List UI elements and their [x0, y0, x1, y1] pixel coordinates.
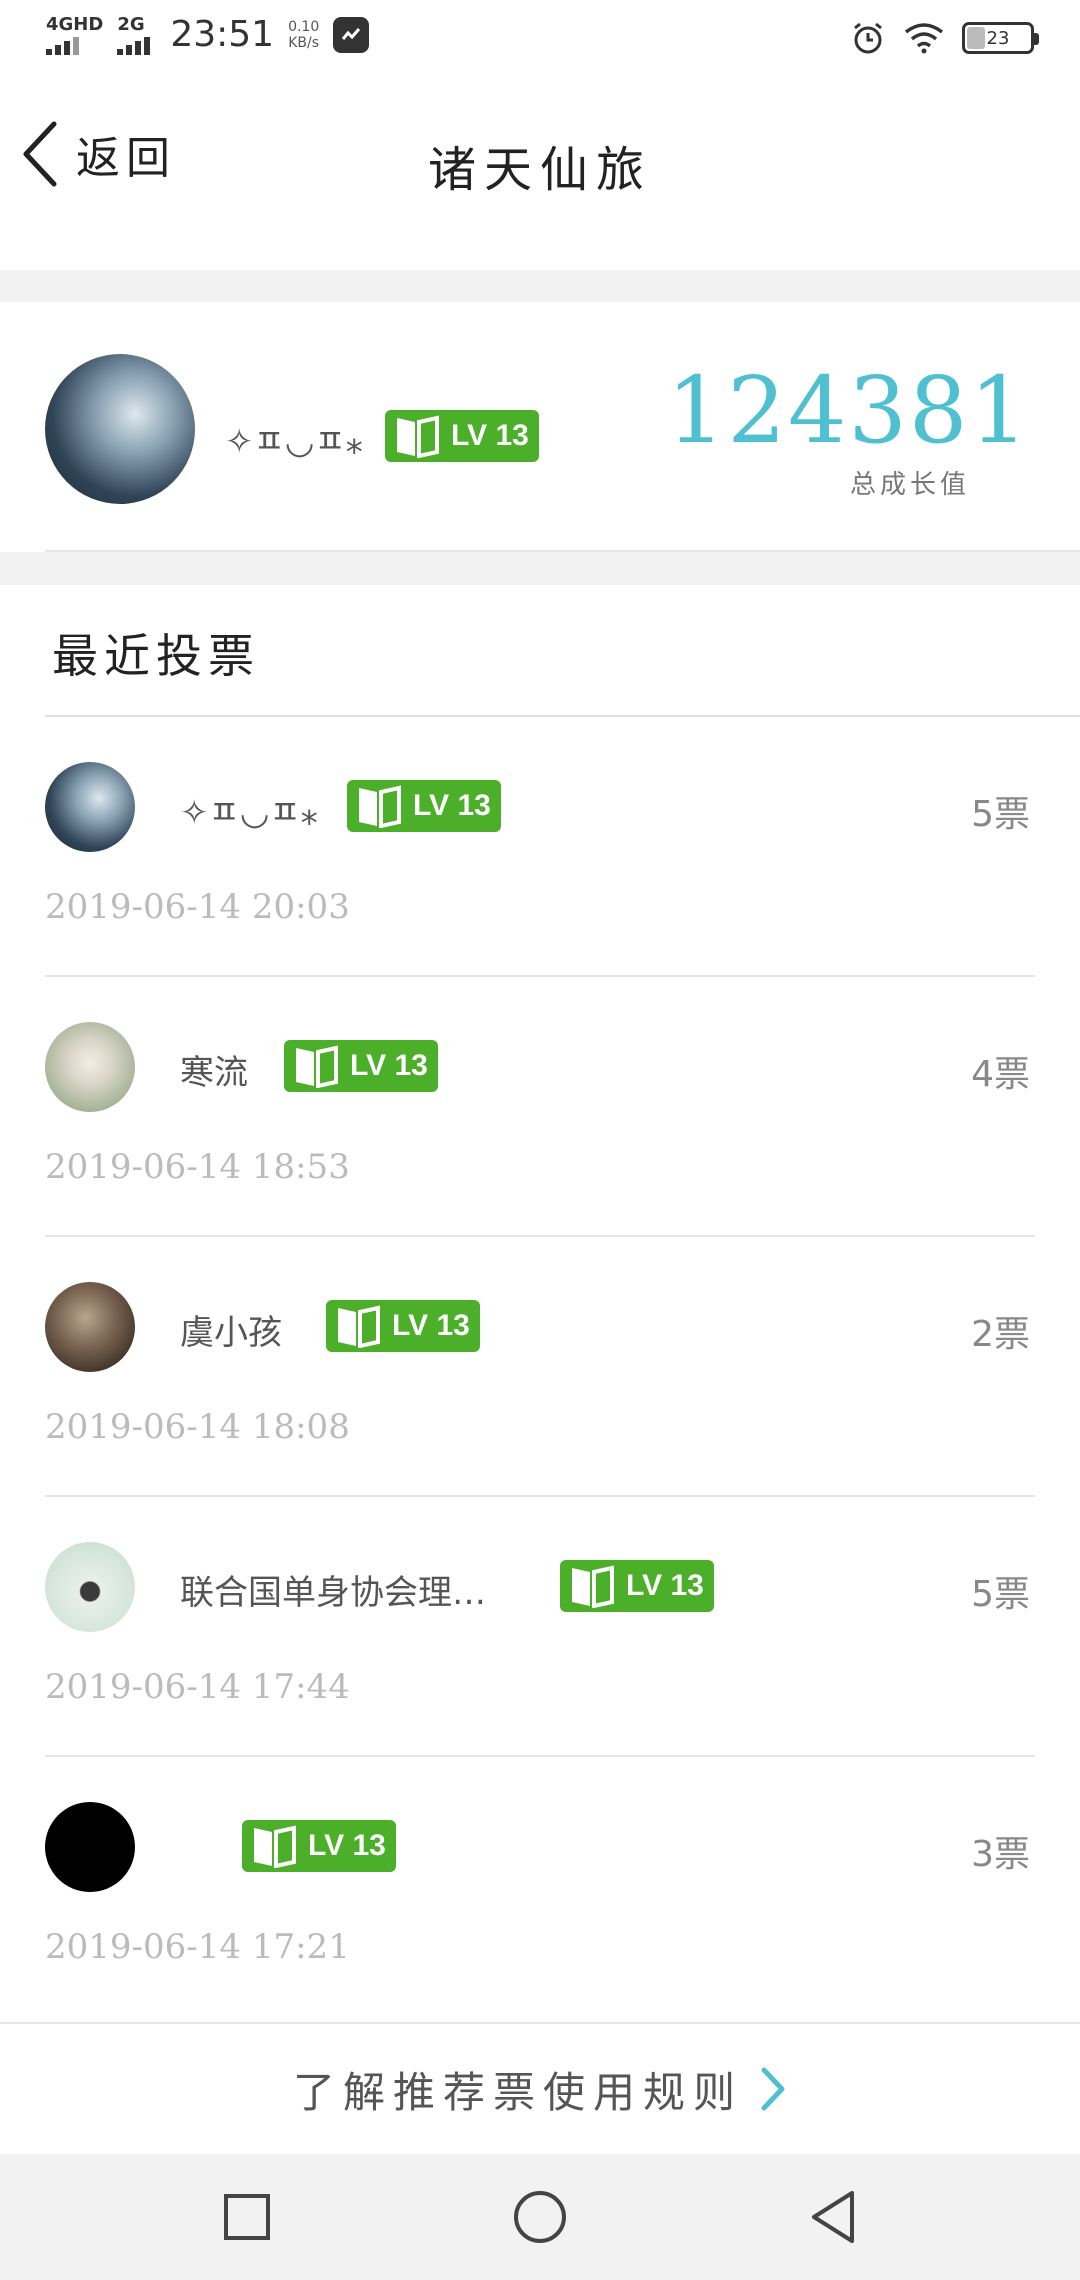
voter-name: 寒流: [180, 1053, 248, 1093]
signal-1: 4GHD: [46, 13, 104, 55]
vote-count: 4票: [971, 1054, 1030, 1095]
list-item[interactable]: 寒流 LV 13 4票 2019-06-14 18:53: [0, 977, 1080, 1237]
book-icon: [359, 785, 401, 828]
circle-icon: [513, 2191, 566, 2243]
triangle-back-icon: [812, 2191, 855, 2243]
status-right: 23: [850, 20, 1039, 56]
signal-2: 2G: [117, 13, 151, 55]
page-title: 诸天仙旅: [427, 142, 652, 198]
level-badge: LV 13: [347, 780, 501, 832]
network-type-1: 4GHD: [46, 13, 104, 35]
clock: 23:51: [170, 14, 275, 55]
status-bar: 4GHD 2G 23:51 0.10 KB/s 23: [0, 0, 1080, 80]
level-badge: LV 13: [326, 1300, 480, 1352]
list-item[interactable]: ✧ㅍ◡ㅍ⁎ LV 13 5票 2019-06-14 20:03: [0, 717, 1080, 977]
book-icon: [338, 1305, 380, 1348]
growth-label: 总成长值: [849, 470, 970, 500]
book-icon: [397, 415, 439, 458]
level-badge: LV 13: [385, 410, 539, 462]
avatar[interactable]: [45, 1802, 135, 1892]
home-button[interactable]: [500, 2177, 580, 2257]
vote-date: 2019-06-14 20:03: [45, 887, 350, 927]
level-badge: LV 13: [560, 1560, 714, 1612]
level-label: LV 13: [451, 419, 529, 452]
avatar[interactable]: [45, 762, 135, 852]
signal-bars-icon: [117, 35, 151, 55]
rules-link-label: 了解推荐票使用规则: [292, 2067, 743, 2117]
back-nav-button[interactable]: [793, 2177, 873, 2257]
voter-name: ✧ㅍ◡ㅍ⁎: [180, 793, 318, 833]
battery-level: 23: [986, 27, 1010, 49]
vote-date: 2019-06-14 18:53: [45, 1147, 350, 1187]
speed-unit: KB/s: [288, 34, 320, 51]
alarm-icon: [854, 22, 882, 54]
section-gap: [0, 552, 1080, 585]
vote-count: 5票: [971, 794, 1030, 835]
vote-count: 3票: [971, 1834, 1030, 1875]
list-item[interactable]: 虞小孩 LV 13 2票 2019-06-14 18:08: [0, 1237, 1080, 1497]
section-gap: [0, 270, 1080, 302]
recents-button[interactable]: [207, 2177, 287, 2257]
vote-count: 5票: [971, 1574, 1030, 1615]
voter-name: 虞小孩: [180, 1313, 282, 1353]
vote-date: 2019-06-14 18:08: [45, 1407, 350, 1447]
app-header: 返回 诸天仙旅: [0, 80, 1080, 270]
book-icon: [254, 1825, 296, 1868]
level-label: LV 13: [392, 1309, 470, 1342]
section-title: 最近投票: [52, 629, 260, 683]
profile-card: ✧ㅍ◡ㅍ⁎ LV 13 124381 总成长值: [0, 302, 1080, 552]
level-label: LV 13: [413, 789, 491, 822]
status-left: 4GHD 2G 23:51 0.10 KB/s: [46, 13, 370, 55]
level-label: LV 13: [308, 1829, 386, 1862]
rules-link[interactable]: 了解推荐票使用规则: [0, 2022, 1080, 2154]
level-badge: LV 13: [284, 1040, 438, 1092]
avatar[interactable]: [45, 354, 195, 504]
network-speed: 0.10 KB/s: [288, 19, 319, 51]
book-icon: [572, 1565, 614, 1608]
avatar[interactable]: [45, 1542, 135, 1632]
signal-bars-icon: [46, 35, 79, 55]
vote-date: 2019-06-14 17:44: [45, 1667, 350, 1707]
wifi-icon: [904, 23, 944, 54]
growth-value: 124381: [666, 357, 1030, 464]
network-type-2: 2G: [117, 13, 145, 35]
system-nav-bar: [0, 2154, 1080, 2280]
list-item[interactable]: 联合国单身协会理… LV 13 5票 2019-06-14 17:44: [0, 1497, 1080, 1757]
square-icon: [223, 2194, 270, 2240]
app-notification-icon: [333, 16, 370, 53]
user-name: ✧ㅍ◡ㅍ⁎: [225, 422, 363, 462]
vote-count: 2票: [971, 1314, 1030, 1355]
list-item[interactable]: LV 13 3票 2019-06-14 17:21: [0, 1757, 1080, 2017]
chevron-right-icon: [761, 2067, 785, 2111]
battery-icon: 23: [962, 22, 1039, 54]
voter-name: 联合国单身协会理…: [180, 1573, 486, 1613]
vote-date: 2019-06-14 17:21: [45, 1927, 350, 1967]
avatar[interactable]: [45, 1022, 135, 1112]
level-badge: LV 13: [242, 1820, 396, 1872]
level-label: LV 13: [350, 1049, 428, 1082]
avatar[interactable]: [45, 1282, 135, 1372]
book-icon: [296, 1045, 338, 1088]
level-label: LV 13: [626, 1569, 704, 1602]
speed-value: 0.10: [288, 18, 320, 35]
